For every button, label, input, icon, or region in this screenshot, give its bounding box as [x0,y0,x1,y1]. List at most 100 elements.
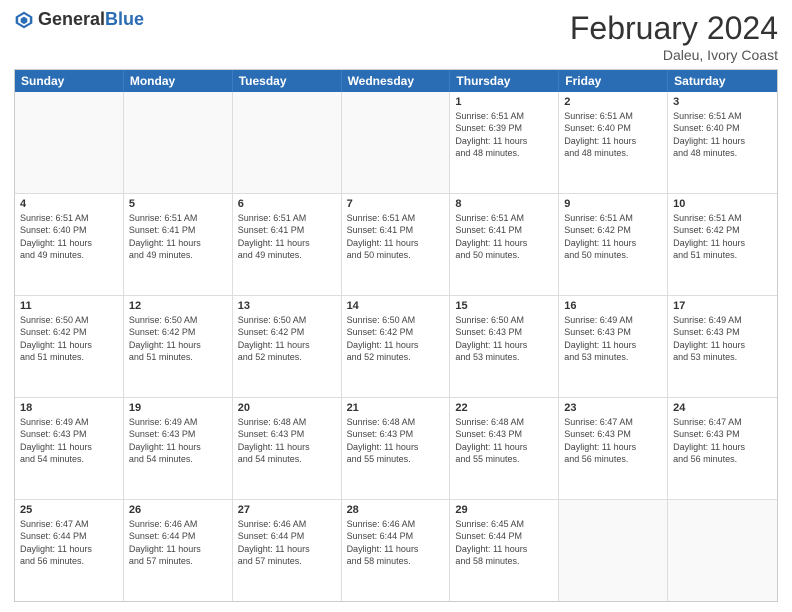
day-number: 22 [455,401,553,415]
calendar-row: 11Sunrise: 6:50 AM Sunset: 6:42 PM Dayli… [15,296,777,398]
header: GeneralBlue February 2024 Daleu, Ivory C… [14,10,778,63]
day-number: 8 [455,197,553,211]
calendar-body: 1Sunrise: 6:51 AM Sunset: 6:39 PM Daylig… [15,92,777,601]
calendar-cell: 3Sunrise: 6:51 AM Sunset: 6:40 PM Daylig… [668,92,777,193]
day-number: 5 [129,197,227,211]
month-year: February 2024 [570,10,778,47]
calendar-cell: 24Sunrise: 6:47 AM Sunset: 6:43 PM Dayli… [668,398,777,499]
day-number: 24 [673,401,772,415]
cell-info: Sunrise: 6:51 AM Sunset: 6:41 PM Dayligh… [455,212,553,261]
page: GeneralBlue February 2024 Daleu, Ivory C… [0,0,792,612]
calendar-cell: 4Sunrise: 6:51 AM Sunset: 6:40 PM Daylig… [15,194,124,295]
cell-info: Sunrise: 6:51 AM Sunset: 6:41 PM Dayligh… [238,212,336,261]
cell-info: Sunrise: 6:46 AM Sunset: 6:44 PM Dayligh… [129,518,227,567]
day-number: 25 [20,503,118,517]
calendar-cell: 21Sunrise: 6:48 AM Sunset: 6:43 PM Dayli… [342,398,451,499]
cell-info: Sunrise: 6:48 AM Sunset: 6:43 PM Dayligh… [238,416,336,465]
day-number: 10 [673,197,772,211]
day-number: 18 [20,401,118,415]
calendar-header-day: Thursday [450,70,559,92]
calendar-cell: 22Sunrise: 6:48 AM Sunset: 6:43 PM Dayli… [450,398,559,499]
calendar-header-day: Wednesday [342,70,451,92]
calendar-cell: 8Sunrise: 6:51 AM Sunset: 6:41 PM Daylig… [450,194,559,295]
cell-info: Sunrise: 6:51 AM Sunset: 6:41 PM Dayligh… [347,212,445,261]
day-number: 15 [455,299,553,313]
day-number: 27 [238,503,336,517]
cell-info: Sunrise: 6:49 AM Sunset: 6:43 PM Dayligh… [20,416,118,465]
calendar-cell: 20Sunrise: 6:48 AM Sunset: 6:43 PM Dayli… [233,398,342,499]
cell-info: Sunrise: 6:51 AM Sunset: 6:42 PM Dayligh… [564,212,662,261]
logo-text: GeneralBlue [38,10,144,30]
calendar-cell [233,92,342,193]
day-number: 19 [129,401,227,415]
calendar-cell: 6Sunrise: 6:51 AM Sunset: 6:41 PM Daylig… [233,194,342,295]
title-block: February 2024 Daleu, Ivory Coast [570,10,778,63]
day-number: 9 [564,197,662,211]
cell-info: Sunrise: 6:50 AM Sunset: 6:42 PM Dayligh… [238,314,336,363]
calendar-cell: 12Sunrise: 6:50 AM Sunset: 6:42 PM Dayli… [124,296,233,397]
calendar-header-day: Saturday [668,70,777,92]
day-number: 26 [129,503,227,517]
cell-info: Sunrise: 6:49 AM Sunset: 6:43 PM Dayligh… [564,314,662,363]
calendar-header-day: Friday [559,70,668,92]
calendar-cell: 11Sunrise: 6:50 AM Sunset: 6:42 PM Dayli… [15,296,124,397]
cell-info: Sunrise: 6:45 AM Sunset: 6:44 PM Dayligh… [455,518,553,567]
cell-info: Sunrise: 6:47 AM Sunset: 6:43 PM Dayligh… [673,416,772,465]
day-number: 16 [564,299,662,313]
cell-info: Sunrise: 6:47 AM Sunset: 6:44 PM Dayligh… [20,518,118,567]
calendar-cell: 13Sunrise: 6:50 AM Sunset: 6:42 PM Dayli… [233,296,342,397]
calendar-cell [668,500,777,601]
cell-info: Sunrise: 6:50 AM Sunset: 6:42 PM Dayligh… [347,314,445,363]
calendar-header: SundayMondayTuesdayWednesdayThursdayFrid… [15,70,777,92]
calendar-cell [124,92,233,193]
calendar-cell: 25Sunrise: 6:47 AM Sunset: 6:44 PM Dayli… [15,500,124,601]
calendar-cell [15,92,124,193]
cell-info: Sunrise: 6:46 AM Sunset: 6:44 PM Dayligh… [347,518,445,567]
day-number: 29 [455,503,553,517]
day-number: 28 [347,503,445,517]
calendar-cell: 17Sunrise: 6:49 AM Sunset: 6:43 PM Dayli… [668,296,777,397]
calendar-cell: 2Sunrise: 6:51 AM Sunset: 6:40 PM Daylig… [559,92,668,193]
calendar-cell: 16Sunrise: 6:49 AM Sunset: 6:43 PM Dayli… [559,296,668,397]
calendar-cell: 29Sunrise: 6:45 AM Sunset: 6:44 PM Dayli… [450,500,559,601]
calendar: SundayMondayTuesdayWednesdayThursdayFrid… [14,69,778,602]
day-number: 6 [238,197,336,211]
cell-info: Sunrise: 6:51 AM Sunset: 6:42 PM Dayligh… [673,212,772,261]
calendar-cell: 23Sunrise: 6:47 AM Sunset: 6:43 PM Dayli… [559,398,668,499]
cell-info: Sunrise: 6:49 AM Sunset: 6:43 PM Dayligh… [673,314,772,363]
calendar-row: 4Sunrise: 6:51 AM Sunset: 6:40 PM Daylig… [15,194,777,296]
calendar-row: 25Sunrise: 6:47 AM Sunset: 6:44 PM Dayli… [15,500,777,601]
cell-info: Sunrise: 6:46 AM Sunset: 6:44 PM Dayligh… [238,518,336,567]
cell-info: Sunrise: 6:51 AM Sunset: 6:40 PM Dayligh… [673,110,772,159]
cell-info: Sunrise: 6:50 AM Sunset: 6:42 PM Dayligh… [129,314,227,363]
day-number: 13 [238,299,336,313]
cell-info: Sunrise: 6:51 AM Sunset: 6:39 PM Dayligh… [455,110,553,159]
calendar-cell: 15Sunrise: 6:50 AM Sunset: 6:43 PM Dayli… [450,296,559,397]
calendar-cell: 18Sunrise: 6:49 AM Sunset: 6:43 PM Dayli… [15,398,124,499]
calendar-cell: 14Sunrise: 6:50 AM Sunset: 6:42 PM Dayli… [342,296,451,397]
calendar-row: 18Sunrise: 6:49 AM Sunset: 6:43 PM Dayli… [15,398,777,500]
day-number: 14 [347,299,445,313]
logo: GeneralBlue [14,10,144,30]
calendar-cell: 7Sunrise: 6:51 AM Sunset: 6:41 PM Daylig… [342,194,451,295]
cell-info: Sunrise: 6:48 AM Sunset: 6:43 PM Dayligh… [455,416,553,465]
cell-info: Sunrise: 6:47 AM Sunset: 6:43 PM Dayligh… [564,416,662,465]
logo-icon [14,10,34,30]
cell-info: Sunrise: 6:49 AM Sunset: 6:43 PM Dayligh… [129,416,227,465]
calendar-header-day: Monday [124,70,233,92]
cell-info: Sunrise: 6:50 AM Sunset: 6:42 PM Dayligh… [20,314,118,363]
cell-info: Sunrise: 6:50 AM Sunset: 6:43 PM Dayligh… [455,314,553,363]
calendar-cell: 1Sunrise: 6:51 AM Sunset: 6:39 PM Daylig… [450,92,559,193]
calendar-cell [559,500,668,601]
day-number: 12 [129,299,227,313]
calendar-cell: 26Sunrise: 6:46 AM Sunset: 6:44 PM Dayli… [124,500,233,601]
day-number: 20 [238,401,336,415]
day-number: 1 [455,95,553,109]
calendar-cell: 10Sunrise: 6:51 AM Sunset: 6:42 PM Dayli… [668,194,777,295]
cell-info: Sunrise: 6:48 AM Sunset: 6:43 PM Dayligh… [347,416,445,465]
calendar-cell: 27Sunrise: 6:46 AM Sunset: 6:44 PM Dayli… [233,500,342,601]
day-number: 7 [347,197,445,211]
cell-info: Sunrise: 6:51 AM Sunset: 6:41 PM Dayligh… [129,212,227,261]
cell-info: Sunrise: 6:51 AM Sunset: 6:40 PM Dayligh… [20,212,118,261]
calendar-header-day: Sunday [15,70,124,92]
